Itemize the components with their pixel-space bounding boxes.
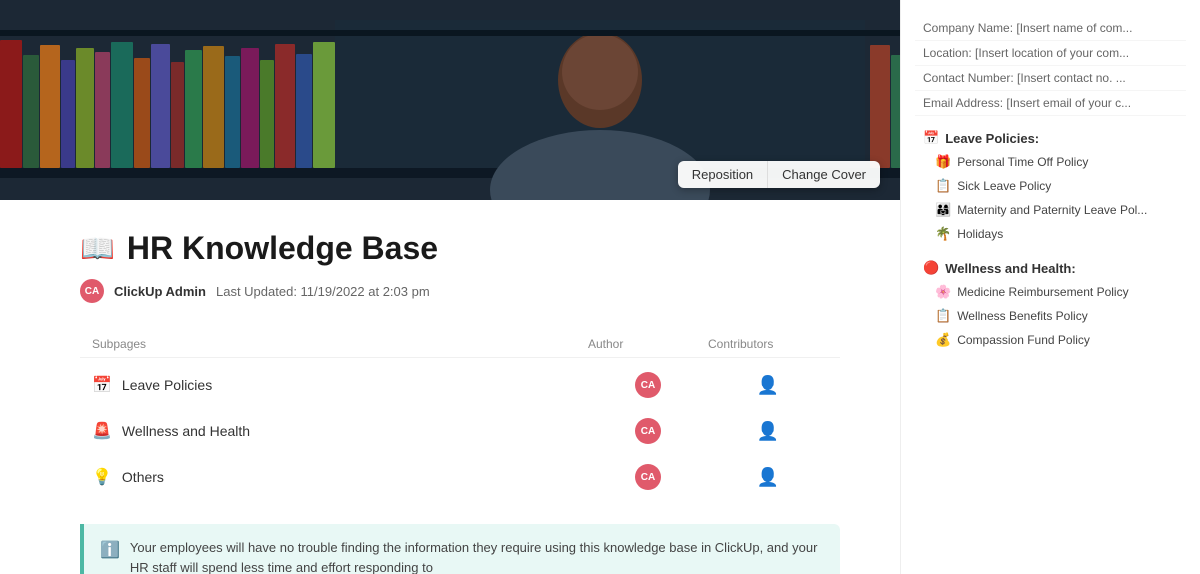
author-cell: CA (588, 372, 708, 398)
page-title: HR Knowledge Base (127, 230, 438, 267)
wellness-section-label: Wellness and Health: (945, 261, 1076, 276)
sidebar-company-name[interactable]: Company Name: [Insert name of com... (915, 16, 1186, 41)
contributors-cell: 👤 (708, 467, 828, 488)
personal-time-off-label: Personal Time Off Policy (957, 155, 1088, 169)
holidays-label: Holidays (957, 227, 1003, 241)
sidebar-item-sick-leave[interactable]: 📋 Sick Leave Policy (915, 174, 1186, 198)
sidebar-item-medicine[interactable]: 🌸 Medicine Reimbursement Policy (915, 280, 1186, 304)
author-avatar-ca: CA (635, 372, 661, 398)
table-row[interactable]: 📅 Leave Policies CA 👤 (80, 362, 840, 408)
info-icon: ℹ️ (100, 539, 120, 574)
others-icon: 💡 (92, 467, 112, 487)
author-col-header: Author (588, 337, 708, 351)
leave-policies-label: Leave Policies (122, 377, 212, 393)
sidebar-section-leave: 📅 Leave Policies: 🎁 Personal Time Off Po… (915, 126, 1186, 246)
meta-row: CA ClickUp Admin Last Updated: 11/19/202… (80, 279, 840, 303)
medicine-icon: 🌸 (935, 284, 951, 300)
contributors-cell: 👤 (708, 421, 828, 442)
sidebar-location[interactable]: Location: [Insert location of your com..… (915, 41, 1186, 66)
cover-image: Reposition Change Cover (0, 0, 900, 200)
person-icon: 👤 (757, 421, 779, 442)
holidays-icon: 🌴 (935, 226, 951, 242)
sidebar-email[interactable]: Email Address: [Insert email of your c..… (915, 91, 1186, 116)
last-updated: Last Updated: 11/19/2022 at 2:03 pm (216, 284, 430, 299)
table-header: Subpages Author Contributors (80, 331, 840, 358)
others-label: Others (122, 469, 164, 485)
author-avatar-ca: CA (635, 464, 661, 490)
author-name: ClickUp Admin (114, 284, 206, 299)
compassion-fund-icon: 💰 (935, 332, 951, 348)
sidebar-item-compassion-fund[interactable]: 💰 Compassion Fund Policy (915, 328, 1186, 352)
info-box: ℹ️ Your employees will have no trouble f… (80, 524, 840, 574)
medicine-label: Medicine Reimbursement Policy (957, 285, 1128, 299)
sidebar-contact[interactable]: Contact Number: [Insert contact no. ... (915, 66, 1186, 91)
person-icon: 👤 (757, 375, 779, 396)
sidebar: Company Name: [Insert name of com... Loc… (900, 0, 1200, 574)
info-text: Your employees will have no trouble find… (130, 538, 824, 574)
sidebar-item-holidays[interactable]: 🌴 Holidays (915, 222, 1186, 246)
contributors-col-header: Contributors (708, 337, 828, 351)
maternity-label: Maternity and Paternity Leave Pol... (957, 203, 1147, 217)
sidebar-section-leave-title: 📅 Leave Policies: (915, 126, 1186, 150)
author-avatar-ca: CA (635, 418, 661, 444)
person-icon: 👤 (757, 467, 779, 488)
page-title-row: 📖 HR Knowledge Base (80, 230, 840, 267)
compassion-fund-label: Compassion Fund Policy (957, 333, 1090, 347)
page-content: 📖 HR Knowledge Base CA ClickUp Admin Las… (0, 200, 900, 574)
sidebar-item-wellness-benefits[interactable]: 📋 Wellness Benefits Policy (915, 304, 1186, 328)
leave-section-icon: 📅 (923, 130, 939, 146)
contributors-cell: 👤 (708, 375, 828, 396)
maternity-icon: 👨‍👩‍👧 (935, 202, 951, 218)
row-label: 🚨 Wellness and Health (92, 421, 588, 441)
sidebar-item-personal-time-off[interactable]: 🎁 Personal Time Off Policy (915, 150, 1186, 174)
leave-section-label: Leave Policies: (945, 131, 1039, 146)
wellness-label: Wellness and Health (122, 423, 250, 439)
change-cover-button[interactable]: Change Cover (768, 161, 880, 188)
author-cell: CA (588, 418, 708, 444)
row-label: 💡 Others (92, 467, 588, 487)
sidebar-section-wellness: 🔴 Wellness and Health: 🌸 Medicine Reimbu… (915, 256, 1186, 352)
personal-time-off-icon: 🎁 (935, 154, 951, 170)
sick-leave-icon: 📋 (935, 178, 951, 194)
sick-leave-label: Sick Leave Policy (957, 179, 1051, 193)
cover-buttons: Reposition Change Cover (678, 161, 880, 188)
table-row[interactable]: 🚨 Wellness and Health CA 👤 (80, 408, 840, 454)
author-avatar: CA (80, 279, 104, 303)
subpages-table: Subpages Author Contributors 📅 Leave Pol… (80, 331, 840, 500)
wellness-benefits-label: Wellness Benefits Policy (957, 309, 1088, 323)
main-area: Reposition Change Cover 📖 HR Knowledge B… (0, 0, 900, 574)
leave-policies-icon: 📅 (92, 375, 112, 395)
sidebar-item-maternity[interactable]: 👨‍👩‍👧 Maternity and Paternity Leave Pol.… (915, 198, 1186, 222)
sidebar-section-wellness-title: 🔴 Wellness and Health: (915, 256, 1186, 280)
wellness-benefits-icon: 📋 (935, 308, 951, 324)
wellness-section-icon: 🔴 (923, 260, 939, 276)
reposition-button[interactable]: Reposition (678, 161, 768, 188)
wellness-icon: 🚨 (92, 421, 112, 441)
table-row[interactable]: 💡 Others CA 👤 (80, 454, 840, 500)
page-icon: 📖 (80, 232, 115, 265)
row-label: 📅 Leave Policies (92, 375, 588, 395)
author-cell: CA (588, 464, 708, 490)
subpages-col-header: Subpages (92, 337, 588, 351)
